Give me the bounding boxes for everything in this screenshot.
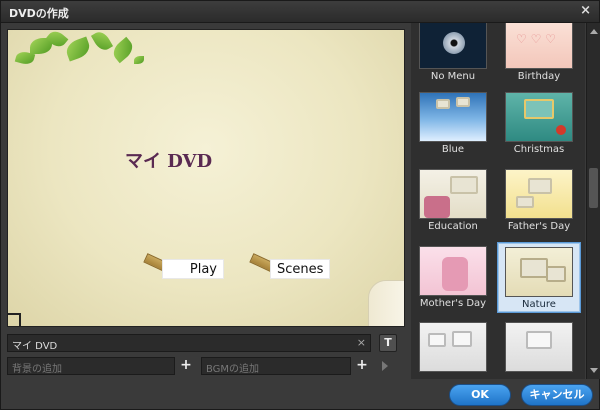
bgm-field[interactable]: BGMの追加 [201, 357, 351, 375]
template-thumbnail [505, 92, 573, 142]
play-button[interactable]: Play [162, 259, 224, 279]
clear-icon[interactable]: × [357, 336, 366, 349]
template-no-menu[interactable]: No Menu [413, 23, 493, 82]
template-mothers-day[interactable]: Mother's Day [413, 246, 493, 309]
leaf-decoration [134, 56, 144, 64]
template-label: Blue [441, 144, 465, 155]
child-photo [442, 257, 468, 291]
photo-frame [524, 99, 554, 119]
photo-frame [516, 196, 534, 208]
template-scrollbar[interactable] [586, 23, 600, 379]
template-thumbnail [419, 23, 487, 69]
frame-corner [8, 313, 21, 326]
template-item[interactable] [499, 322, 579, 372]
template-thumbnail [419, 169, 487, 219]
text-format-button[interactable]: T [379, 334, 397, 352]
preview-title-text[interactable]: マイ DVD [125, 147, 212, 173]
template-christmas[interactable]: Christmas [499, 92, 579, 155]
scroll-down-icon[interactable] [590, 368, 598, 373]
template-thumbnail [419, 92, 487, 142]
photo-frame [428, 333, 446, 347]
template-thumbnail: ♡ ♡ ♡ [505, 23, 573, 69]
menu-title-field[interactable]: マイ DVD × [7, 334, 371, 352]
leaf-decoration [90, 30, 114, 54]
template-item[interactable] [413, 322, 493, 372]
template-fathers-day[interactable]: Father's Day [499, 169, 579, 232]
template-nature[interactable]: Nature [497, 242, 581, 313]
leaf-decoration [109, 36, 137, 64]
scroll-thumb[interactable] [589, 168, 598, 208]
template-birthday[interactable]: ♡ ♡ ♡ Birthday [499, 23, 579, 82]
template-list: No Menu ♡ ♡ ♡ Birthday Blue Christmas Ed… [411, 23, 585, 379]
heart-decoration: ♡ ♡ ♡ [516, 32, 556, 46]
ok-button[interactable]: OK [449, 384, 511, 406]
sofa-decoration [368, 280, 404, 326]
disc-icon [443, 32, 465, 54]
photo-frame [436, 99, 450, 109]
scenes-button[interactable]: Scenes [270, 259, 330, 279]
ornament-decoration [556, 125, 566, 135]
template-label: Mother's Day [419, 298, 487, 309]
template-thumbnail [419, 246, 487, 296]
template-thumbnail [505, 169, 573, 219]
menu-title-value: マイ DVD [12, 341, 58, 352]
photo-frame [452, 331, 472, 347]
photo-frame [528, 178, 552, 194]
dialog-title: DVDの作成 [9, 7, 69, 20]
menu-preview: マイ DVD Play Scenes [7, 29, 405, 327]
template-label: Birthday [517, 71, 561, 82]
template-label: Education [428, 221, 478, 232]
leaf-decoration [63, 36, 93, 62]
cancel-button[interactable]: キャンセル [521, 384, 593, 406]
template-education[interactable]: Education [413, 169, 493, 232]
template-thumbnail [505, 247, 573, 297]
add-bgm-icon[interactable]: + [353, 357, 371, 375]
title-bar: DVDの作成 × [1, 1, 599, 23]
photo-frame [526, 331, 552, 349]
add-background-icon[interactable]: + [177, 357, 195, 375]
photo-frame [450, 176, 478, 194]
template-thumbnail [419, 322, 487, 372]
photo-frame [520, 258, 548, 278]
kids-photo [424, 196, 450, 218]
play-bgm-icon[interactable] [382, 361, 388, 371]
close-icon[interactable]: × [580, 3, 591, 18]
photo-frame [546, 266, 566, 282]
template-blue[interactable]: Blue [413, 92, 493, 155]
background-field[interactable]: 背景の追加 [7, 357, 175, 375]
template-thumbnail [505, 322, 573, 372]
template-label: Nature [522, 299, 556, 310]
scroll-up-icon[interactable] [590, 29, 598, 34]
photo-frame [456, 97, 470, 107]
template-label: No Menu [430, 71, 476, 82]
template-label: Christmas [513, 144, 565, 155]
dvd-create-dialog: DVDの作成 × マイ DVD Play Scenes マイ DVD × T 背… [0, 0, 600, 410]
template-label: Father's Day [507, 221, 571, 232]
